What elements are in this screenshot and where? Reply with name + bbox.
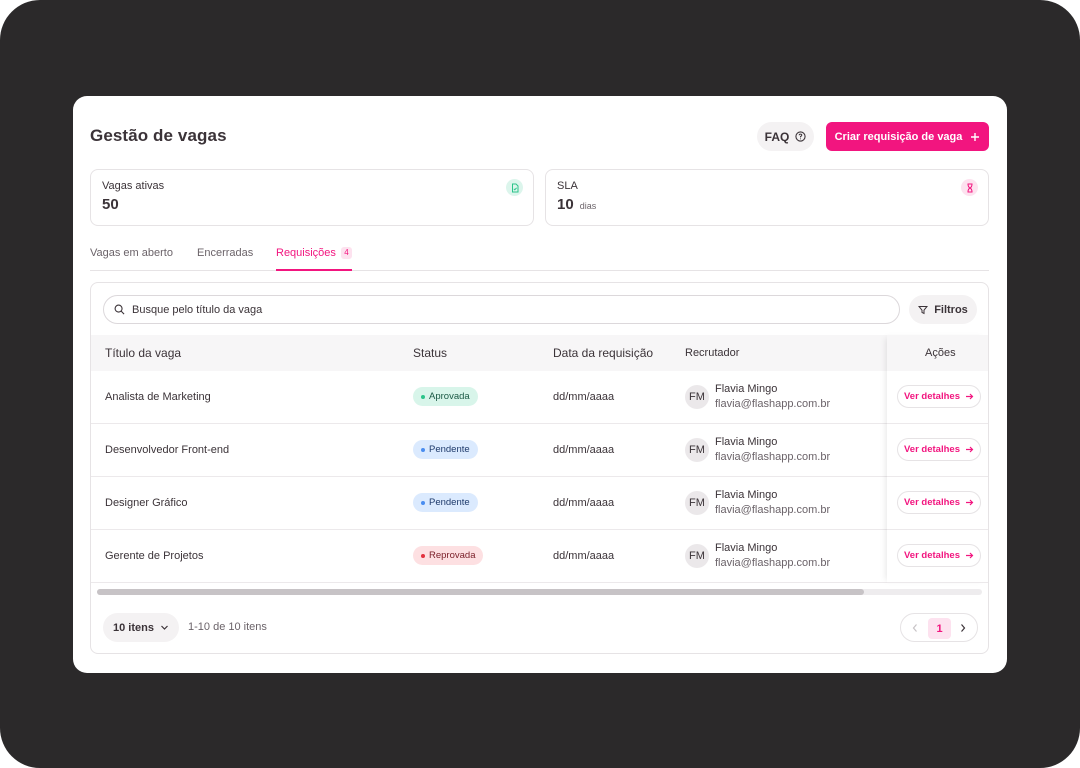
table-row: Desenvolvedor Front-end Pendente dd/mm/a… (91, 424, 988, 477)
pagination-info: 1-10 de 10 itens (188, 621, 267, 633)
recruiter-email: flavia@flashapp.com.br (715, 504, 831, 516)
column-header-title: Título da vaga (105, 346, 182, 360)
stat-card-sla: SLA 10 dias (545, 169, 989, 226)
request-date: dd/mm/aaaa (553, 444, 615, 456)
avatar: FM (685, 438, 709, 462)
plus-icon (971, 132, 980, 141)
table-header: Título da vaga Status Data da requisição… (91, 335, 988, 371)
stat-label: SLA (557, 180, 578, 192)
column-header-recruiter: Recrutador (685, 347, 740, 359)
status-badge: Pendente (413, 440, 478, 459)
document-check-icon (506, 179, 523, 196)
job-title: Desenvolvedor Front-end (105, 444, 230, 456)
recruiter-email: flavia@flashapp.com.br (715, 451, 831, 463)
recruiter-name: Flavia Mingo (715, 383, 778, 395)
status-badge: Reprovada (413, 546, 484, 565)
hourglass-icon (961, 179, 978, 196)
column-header-date: Data da requisição (553, 346, 654, 360)
table-row: Analista de Marketing Aprovada dd/mm/aaa… (91, 371, 988, 424)
page-title: Gestão de vagas (90, 126, 227, 145)
tab-requisitions[interactable]: Requisições 4 (276, 247, 352, 271)
stat-card-active-jobs: Vagas ativas 50 (90, 169, 534, 226)
status-badge: Aprovada (413, 387, 478, 406)
page-size-select[interactable]: 10 itens (103, 613, 179, 642)
create-requisition-label: Criar requisição de vaga (834, 130, 963, 143)
stat-value: 10 dias (557, 196, 597, 213)
tab-closed[interactable]: Encerradas (197, 247, 253, 271)
main-card: Gestão de vagas FAQ Criar requisição de … (73, 96, 1007, 673)
table-row: Gerente de Projetos Reprovada dd/mm/aaaa… (91, 530, 988, 583)
request-date: dd/mm/aaaa (553, 550, 615, 562)
filters-button[interactable]: Filtros (909, 295, 977, 324)
pagination: 1 (900, 613, 978, 642)
job-title: Gerente de Projetos (105, 550, 204, 562)
horizontal-scrollbar[interactable] (97, 589, 982, 595)
chevron-down-icon (161, 625, 168, 630)
filters-label: Filtros (934, 303, 968, 316)
column-header-status: Status (413, 346, 448, 360)
chevron-left-icon[interactable] (908, 621, 922, 635)
avatar: FM (685, 544, 709, 568)
search-box[interactable] (103, 295, 900, 324)
search-icon (114, 304, 125, 315)
create-requisition-button[interactable]: Criar requisição de vaga (826, 122, 989, 151)
recruiter-name: Flavia Mingo (715, 436, 778, 448)
table-row: Designer Gráfico Pendente dd/mm/aaaa FM … (91, 477, 988, 530)
request-date: dd/mm/aaaa (553, 391, 615, 403)
stat-label: Vagas ativas (102, 180, 165, 192)
job-title: Designer Gráfico (105, 497, 188, 509)
recruiter-name: Flavia Mingo (715, 542, 778, 554)
job-title: Analista de Marketing (105, 391, 211, 403)
tab-bar: Vagas em aberto Encerradas Requisições 4 (90, 244, 989, 271)
recruiter-email: flavia@flashapp.com.br (715, 557, 831, 569)
stat-value: 50 (102, 196, 119, 213)
faq-button[interactable]: FAQ (757, 122, 814, 151)
recruiter-email: flavia@flashapp.com.br (715, 398, 831, 410)
search-input[interactable] (132, 303, 872, 316)
scrollbar-thumb[interactable] (97, 589, 864, 595)
avatar: FM (685, 491, 709, 515)
recruiter-name: Flavia Mingo (715, 489, 778, 501)
page-button[interactable]: 1 (928, 618, 951, 639)
chevron-right-icon[interactable] (956, 621, 970, 635)
status-badge: Pendente (413, 493, 478, 512)
stat-unit: dias (579, 201, 597, 211)
requisitions-panel: Filtros Título da vaga Status Data da re… (90, 282, 989, 654)
request-date: dd/mm/aaaa (553, 497, 615, 509)
sticky-column-shadow (887, 335, 988, 583)
avatar: FM (685, 385, 709, 409)
tab-count-badge: 4 (340, 247, 352, 259)
faq-label: FAQ (764, 129, 790, 144)
tab-open-jobs[interactable]: Vagas em aberto (90, 247, 173, 271)
help-circle-icon (795, 131, 806, 142)
filter-icon (918, 305, 929, 314)
